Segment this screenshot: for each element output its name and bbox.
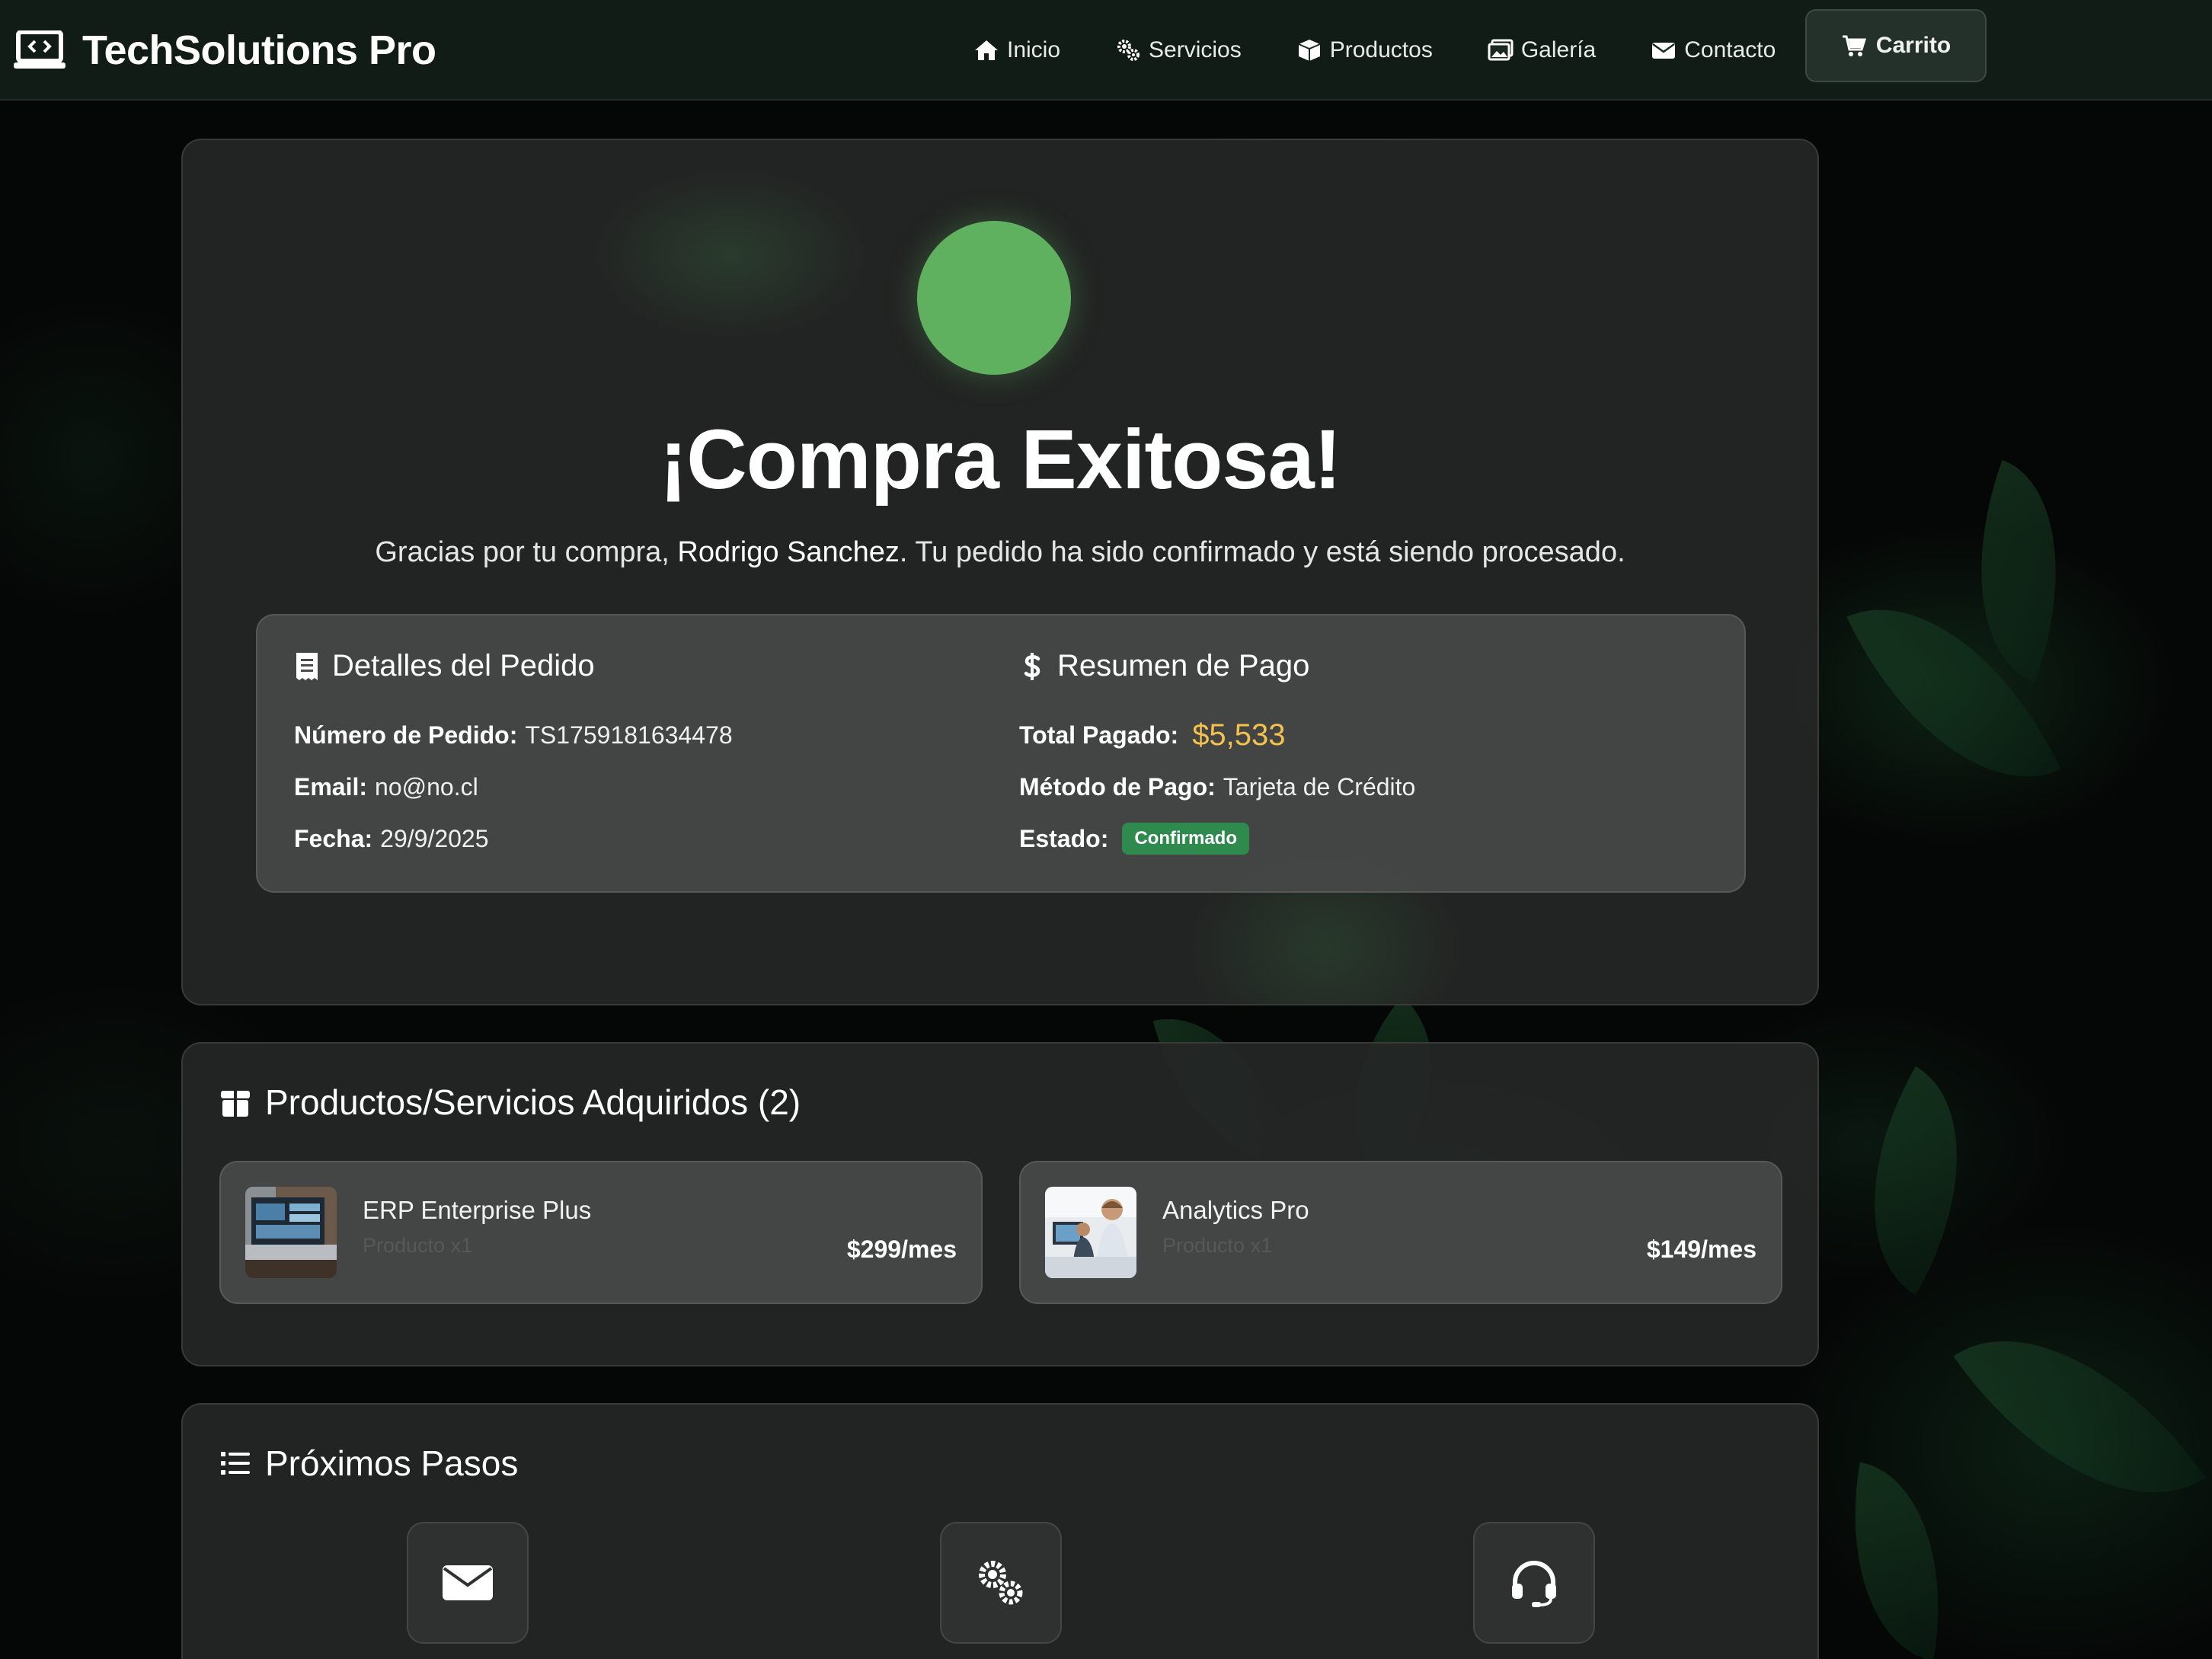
date-row: Fecha: 29/9/2025 <box>294 813 733 865</box>
product-thumbnail-laptop <box>245 1187 337 1278</box>
navbar: TechSolutions Pro Inicio Servicios Produ… <box>0 0 2212 101</box>
products-title: Productos/Servicios Adquiridos (2) <box>265 1082 801 1122</box>
gift-box-icon <box>221 1091 250 1117</box>
product-name: Analytics Pro <box>1162 1196 1309 1224</box>
success-card: ¡Compra Exitosa! Gracias por tu compra, … <box>181 139 1819 1005</box>
date-value: 29/9/2025 <box>380 824 489 852</box>
order-number-row: Número de Pedido: TS1759181634478 <box>294 709 733 761</box>
success-subtitle: Gracias por tu compra, Rodrigo Sanchez. … <box>183 536 1817 569</box>
product-price: $149/mes <box>1646 1235 1756 1263</box>
product-name: ERP Enterprise Plus <box>363 1196 592 1224</box>
step-processing <box>940 1522 1062 1644</box>
step-support <box>1473 1522 1595 1644</box>
order-details-column: Detalles del Pedido Número de Pedido: TS… <box>294 649 733 865</box>
next-steps-title: Próximos Pasos <box>265 1443 519 1483</box>
nav-label-inicio: Inicio <box>1007 37 1061 62</box>
payment-summary-heading: Resumen de Pago <box>1019 649 1415 683</box>
gears-icon <box>1117 40 1140 61</box>
payment-summary-title: Resumen de Pago <box>1057 649 1310 682</box>
success-check-icon <box>917 221 1071 375</box>
product-thumbnail-office <box>1045 1187 1136 1278</box>
products-heading: Productos/Servicios Adquiridos (2) <box>219 1082 801 1123</box>
nav-label-galeria: Galería <box>1520 37 1597 62</box>
nav-label-contacto: Contacto <box>1684 37 1776 62</box>
envelope-icon <box>443 1565 493 1600</box>
gears-icon <box>979 1561 1023 1605</box>
images-icon <box>1488 39 1514 61</box>
order-details-box: Detalles del Pedido Número de Pedido: TS… <box>256 614 1746 893</box>
brand-name: TechSolutions Pro <box>82 27 436 73</box>
status-badge: Confirmado <box>1122 823 1250 855</box>
payment-method-value: Tarjeta de Crédito <box>1223 772 1416 801</box>
nav-link-inicio[interactable]: Inicio <box>973 37 1060 63</box>
total-value: $5,533 <box>1192 718 1286 752</box>
product-price: $299/mes <box>846 1235 957 1263</box>
products-card: Productos/Servicios Adquiridos (2) ERP E… <box>181 1042 1819 1367</box>
order-number-value: TS1759181634478 <box>525 721 733 749</box>
email-label: Email: <box>294 772 368 801</box>
receipt-icon <box>296 652 318 680</box>
status-label: Estado: <box>1019 824 1109 852</box>
order-details-heading: Detalles del Pedido <box>294 649 733 683</box>
email-row: Email: no@no.cl <box>294 761 733 813</box>
next-steps-card: Próximos Pasos <box>181 1403 1819 1659</box>
email-value: no@no.cl <box>375 772 478 801</box>
status-row: Estado: Confirmado <box>1019 813 1415 865</box>
nav-label-servicios: Servicios <box>1149 37 1242 62</box>
product-type: Producto x1 <box>1162 1234 1273 1257</box>
product-item[interactable]: ERP Enterprise Plus Producto x1 $299/mes <box>219 1161 983 1304</box>
product-item[interactable]: Analytics Pro Producto x1 $149/mes <box>1019 1161 1782 1304</box>
nav-link-galeria[interactable]: Galería <box>1488 37 1596 63</box>
customer-name: Rodrigo Sanchez <box>677 536 900 568</box>
payment-summary-column: Resumen de Pago Total Pagado: $5,533 Mét… <box>1019 649 1415 865</box>
subtitle-after: . Tu pedido ha sido confirmado y está si… <box>899 536 1625 568</box>
product-type: Producto x1 <box>363 1234 473 1257</box>
payment-method-row: Método de Pago: Tarjeta de Crédito <box>1019 761 1415 813</box>
next-steps-heading: Próximos Pasos <box>219 1443 518 1484</box>
cart-button[interactable]: Carrito <box>1805 9 1987 82</box>
list-icon <box>221 1452 250 1475</box>
envelope-icon <box>1652 43 1676 59</box>
step-email <box>407 1522 529 1644</box>
order-details-title: Detalles del Pedido <box>332 649 595 682</box>
order-number-label: Número de Pedido: <box>294 721 518 749</box>
brand-link[interactable]: TechSolutions Pro <box>14 0 436 101</box>
payment-method-label: Método de Pago: <box>1019 772 1216 801</box>
headset-icon <box>1512 1561 1556 1607</box>
success-title: ¡Compra Exitosa! <box>659 413 1342 507</box>
date-label: Fecha: <box>294 824 373 852</box>
laptop-code-icon <box>14 30 66 69</box>
cart-icon <box>1842 35 1866 56</box>
home-icon <box>975 40 998 60</box>
nav-link-productos[interactable]: Productos <box>1296 37 1433 63</box>
nav-links: Inicio Servicios Productos Galería Conta… <box>973 0 1776 101</box>
nav-label-productos: Productos <box>1329 37 1433 62</box>
cart-label: Carrito <box>1875 33 1951 58</box>
box-icon <box>1298 40 1321 61</box>
dollar-icon <box>1024 652 1040 680</box>
total-label: Total Pagado: <box>1019 721 1179 749</box>
nav-link-servicios[interactable]: Servicios <box>1115 37 1242 63</box>
subtitle-before: Gracias por tu compra, <box>375 536 678 568</box>
nav-link-contacto[interactable]: Contacto <box>1651 37 1776 63</box>
total-row: Total Pagado: $5,533 <box>1019 709 1415 761</box>
